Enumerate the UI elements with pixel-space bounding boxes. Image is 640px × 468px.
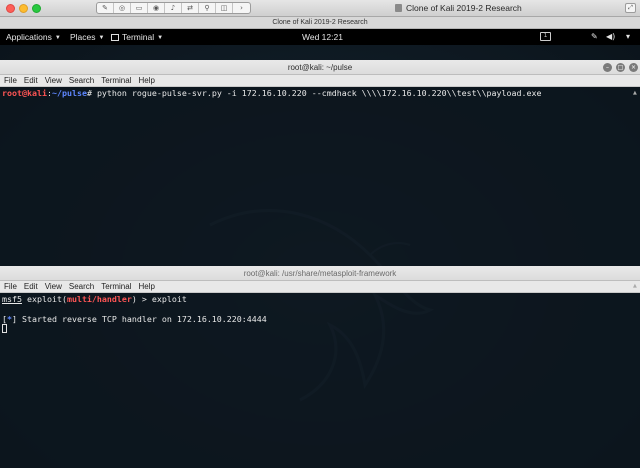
terminal-title: root@kali: /usr/share/metasploit-framewo… xyxy=(243,269,397,278)
vm-controls: ✎ ◎ ▭ ◉ ♪ ⇄ ⚲ ◫ › xyxy=(96,2,251,14)
clock[interactable]: Wed 12:21 xyxy=(302,32,343,42)
maximize-window-button[interactable] xyxy=(32,4,41,13)
caret-down-icon: ▼ xyxy=(98,35,105,41)
prompt-close: ) > xyxy=(131,294,152,304)
terminal-titlebar[interactable]: root@kali: ~/pulse – □ × xyxy=(0,60,640,75)
menu-file[interactable]: File xyxy=(4,282,17,291)
workspace-indicator-icon[interactable]: 1 xyxy=(540,32,551,41)
wrench-icon[interactable]: ✎ xyxy=(97,3,114,13)
maximize-icon[interactable]: □ xyxy=(616,63,625,72)
scroll-up-icon[interactable]: ▲ xyxy=(633,90,639,96)
gnome-top-bar: Applications ▼ Places ▼ Terminal ▼ Wed 12:2… xyxy=(0,29,640,45)
prompt-path: ~/pulse xyxy=(51,88,87,98)
menu-view[interactable]: View xyxy=(45,282,62,291)
prompt-user: root@kali xyxy=(2,88,47,98)
applications-menu[interactable]: Applications ▼ xyxy=(6,32,61,42)
close-icon[interactable]: × xyxy=(629,63,638,72)
terminal-output[interactable]: root@kali:~/pulse# python rogue-pulse-sv… xyxy=(0,87,640,99)
places-menu[interactable]: Places ▼ xyxy=(70,32,104,42)
terminal-output[interactable]: msf5 exploit(multi/handler) > exploit [*… xyxy=(0,293,640,335)
menu-edit[interactable]: Edit xyxy=(24,282,38,291)
menu-help[interactable]: Help xyxy=(138,282,154,291)
terminal-titlebar[interactable]: root@kali: /usr/share/metasploit-framewo… xyxy=(0,266,640,281)
caret-down-icon: ▼ xyxy=(157,35,164,41)
command-text: exploit xyxy=(151,294,187,304)
terminal-menubar: File Edit View Search Terminal Help xyxy=(0,281,640,293)
host-toolbar: ✎ ◎ ▭ ◉ ♪ ⇄ ⚲ ◫ › Clone of Kali 2019-2 R… xyxy=(0,0,640,17)
terminal-icon xyxy=(111,34,119,41)
share-icon[interactable]: ◫ xyxy=(216,3,233,13)
vm-title-bar: Clone of Kali 2019-2 Research xyxy=(0,17,640,29)
terminal-window-pulse[interactable]: root@kali: ~/pulse – □ × File Edit View Sea… xyxy=(0,60,640,266)
msf-prompt: msf5 xyxy=(2,294,22,304)
menu-terminal[interactable]: Terminal xyxy=(101,76,131,85)
terminal-title: root@kali: ~/pulse xyxy=(287,63,353,72)
menu-view[interactable]: View xyxy=(45,76,62,85)
minimize-icon[interactable]: – xyxy=(603,63,612,72)
menu-file[interactable]: File xyxy=(4,76,17,85)
audio-icon[interactable]: ♪ xyxy=(165,3,182,13)
prompt-exploit: exploit( xyxy=(21,294,67,304)
menu-terminal[interactable]: Terminal xyxy=(101,282,131,291)
terminal-window-metasploit[interactable]: root@kali: /usr/share/metasploit-framewo… xyxy=(0,266,640,468)
drive-icon[interactable]: ▭ xyxy=(131,3,148,13)
network-icon[interactable]: ⇄ xyxy=(182,3,199,13)
minimize-window-button[interactable] xyxy=(19,4,28,13)
volume-icon[interactable]: ◀) xyxy=(606,32,615,41)
usb-icon[interactable]: ⚲ xyxy=(199,3,216,13)
scroll-up-icon[interactable]: ▲ xyxy=(633,283,639,289)
prompt-module: multi/handler xyxy=(66,294,132,304)
terminal-menubar: File Edit View Search Terminal Help xyxy=(0,75,640,87)
camera-icon[interactable]: ◎ xyxy=(114,3,131,13)
text-cursor xyxy=(2,324,7,333)
fullscreen-icon[interactable]: ⤢ xyxy=(625,3,636,13)
menu-search[interactable]: Search xyxy=(69,76,94,85)
vm-title: Clone of Kali 2019-2 Research xyxy=(272,19,368,26)
arrow-icon[interactable]: › xyxy=(233,3,250,13)
cd-icon[interactable]: ◉ xyxy=(148,3,165,13)
document-icon xyxy=(395,4,402,12)
caret-down-icon: ▼ xyxy=(54,35,61,41)
terminal-app-menu[interactable]: Terminal ▼ xyxy=(111,32,163,42)
pen-icon[interactable]: ✎ xyxy=(591,32,598,41)
output-line: Started reverse TCP handler on 172.16.10… xyxy=(17,314,267,324)
prompt-symbol: # xyxy=(86,88,97,98)
menu-search[interactable]: Search xyxy=(69,282,94,291)
host-window-title: Clone of Kali 2019-2 Research xyxy=(395,3,522,13)
close-window-button[interactable] xyxy=(6,4,15,13)
power-menu-icon[interactable]: ▾ xyxy=(626,32,630,41)
command-text: python rogue-pulse-svr.py -i 172.16.10.2… xyxy=(96,88,542,98)
menu-help[interactable]: Help xyxy=(138,76,154,85)
menu-edit[interactable]: Edit xyxy=(24,76,38,85)
